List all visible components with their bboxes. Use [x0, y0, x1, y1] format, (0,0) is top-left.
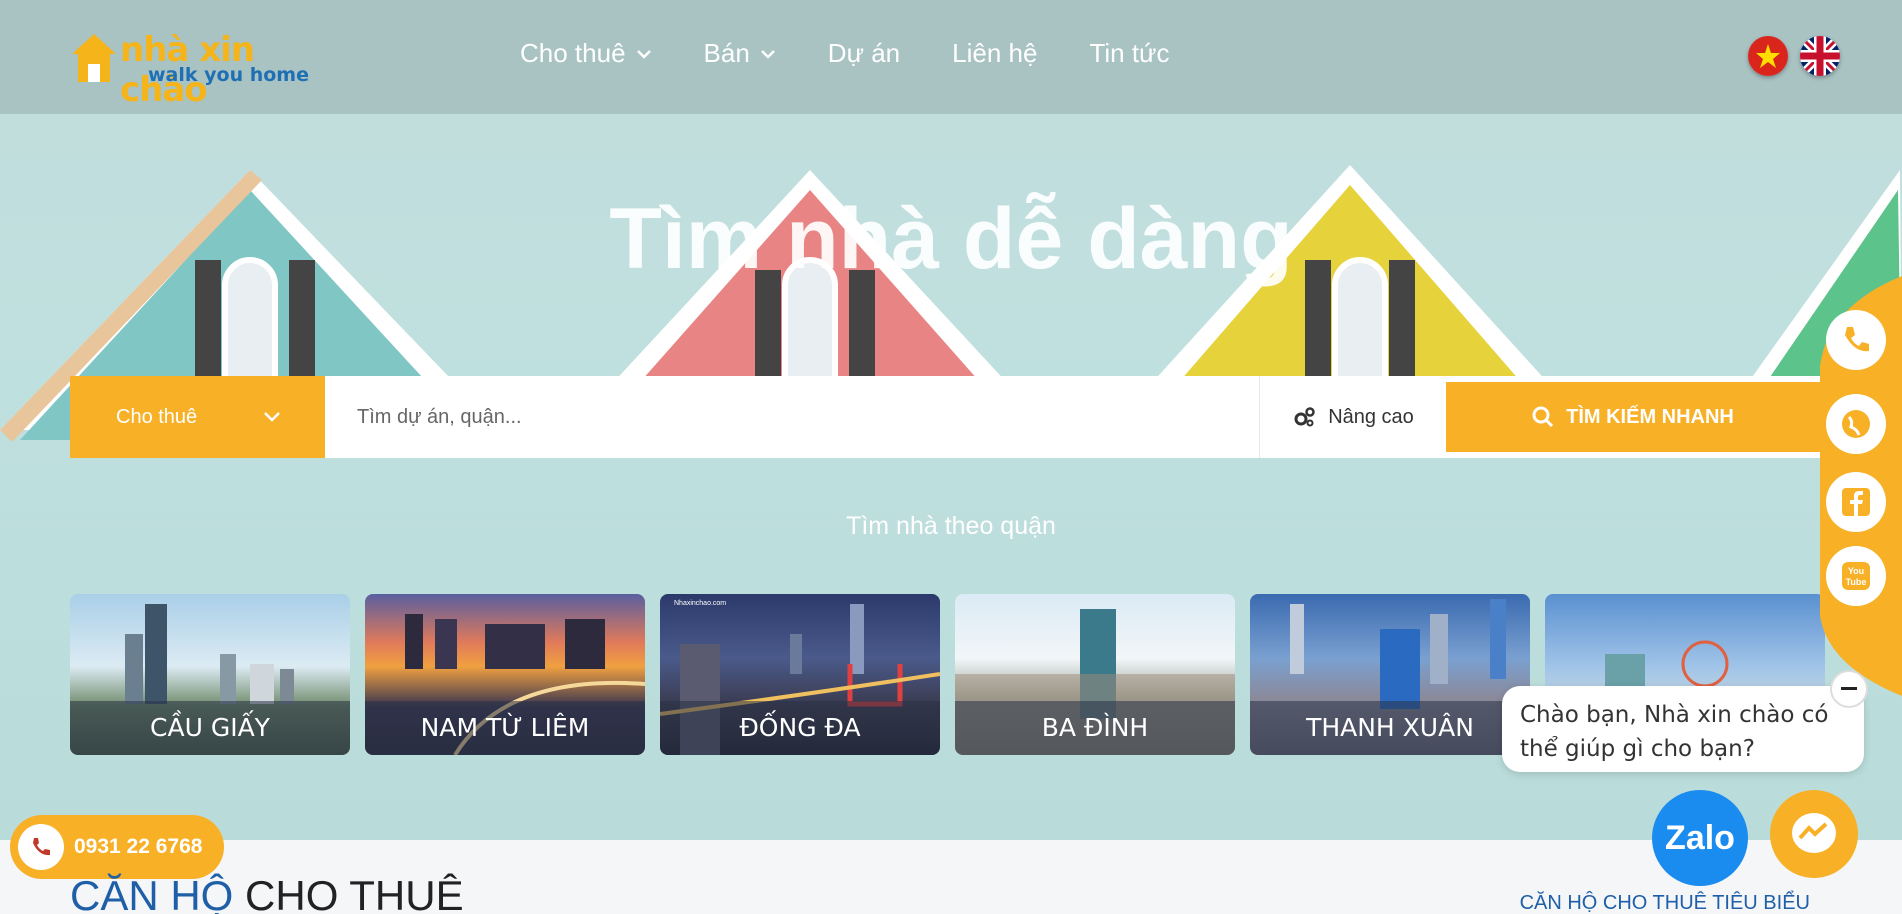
- nav-label: Bán: [703, 38, 750, 68]
- minus-icon: [1841, 687, 1857, 690]
- chevron-down-icon: [636, 49, 651, 59]
- nav-label: Cho thuê: [520, 38, 626, 68]
- vietnam-flag-icon[interactable]: [1748, 36, 1788, 76]
- search-type-label: Cho thuê: [116, 405, 198, 428]
- district-heading: Tìm nhà theo quận: [846, 512, 1056, 540]
- section-title: CĂN HỘ CHO THUÊ: [70, 872, 464, 914]
- nav-item-du-an[interactable]: Dự án: [828, 38, 900, 69]
- svg-text:Tube: Tube: [1846, 577, 1867, 587]
- youtube-button[interactable]: You Tube: [1826, 546, 1886, 606]
- chat-message: Chào bạn, Nhà xin chào có thể giúp gì ch…: [1520, 702, 1829, 762]
- messenger-icon: [1792, 813, 1836, 853]
- district-label: CẦU GIẤY: [70, 701, 350, 755]
- facebook-icon: [1842, 488, 1870, 516]
- section-title-part1: CĂN HỘ: [70, 872, 234, 914]
- district-card-cau-giay[interactable]: CẦU GIẤY: [70, 594, 350, 755]
- gears-icon: [1294, 407, 1315, 427]
- advanced-search-button[interactable]: Nâng cao: [1260, 376, 1446, 458]
- site-header: nhà xin chào walk you home Cho thuê Bán …: [0, 0, 1902, 114]
- house-logo-icon: [72, 34, 116, 82]
- phone-icon: [1845, 327, 1869, 352]
- nav-item-tin-tuc[interactable]: Tin tức: [1089, 38, 1169, 69]
- search-type-dropdown[interactable]: Cho thuê: [70, 376, 325, 458]
- nav-item-cho-thue[interactable]: Cho thuê: [520, 38, 652, 69]
- uk-flag-icon[interactable]: [1800, 36, 1840, 76]
- messenger-button[interactable]: [1770, 790, 1858, 878]
- advanced-search-label: Nâng cao: [1328, 405, 1414, 428]
- social-sidebar: You Tube: [1818, 276, 1902, 696]
- phone-icon-circle: [18, 824, 64, 870]
- facebook-button[interactable]: [1826, 472, 1886, 532]
- site-logo[interactable]: nhà xin chào walk you home: [70, 28, 330, 110]
- district-label: ĐỐNG ĐA: [660, 701, 940, 755]
- district-card-ba-dinh[interactable]: BA ĐÌNH: [955, 594, 1235, 755]
- phone-icon: [33, 838, 50, 856]
- search-bar: Cho thuê Nâng cao TÌM KIẾM NHANH: [70, 376, 1820, 458]
- district-card-dong-da[interactable]: Nhaxinchao.com ĐỐNG ĐA: [660, 594, 940, 755]
- nav-label: Liên hệ: [952, 38, 1038, 68]
- hero-title: Tìm nhà dễ dàng: [609, 191, 1293, 287]
- logo-tagline: walk you home: [148, 64, 309, 86]
- district-label: NAM TỪ LIÊM: [365, 701, 645, 755]
- district-card-nam-tu-liem[interactable]: NAM TỪ LIÊM: [365, 594, 645, 755]
- watermark-text: Nhaxinchao.com: [674, 600, 727, 607]
- globe-icon: [1842, 410, 1870, 438]
- chat-close-button[interactable]: [1830, 670, 1868, 708]
- hotline-number: 0931 22 6768: [74, 835, 203, 858]
- zalo-button[interactable]: Zalo: [1652, 790, 1748, 886]
- chevron-down-icon: [264, 412, 280, 422]
- quick-search-label: TÌM KIẾM NHANH: [1566, 405, 1734, 428]
- nav-label: Dự án: [827, 38, 901, 68]
- district-label: BA ĐÌNH: [955, 701, 1235, 755]
- chat-greeting-bubble[interactable]: Chào bạn, Nhà xin chào có thể giúp gì ch…: [1502, 686, 1864, 772]
- nav-item-ban[interactable]: Bán: [704, 38, 776, 69]
- district-card-thanh-xuan[interactable]: THANH XUÂN: [1250, 594, 1530, 755]
- featured-rentals-link[interactable]: CĂN HỘ CHO THUÊ TIÊU BIỂU: [1520, 892, 1810, 914]
- svg-text:You: You: [1848, 566, 1864, 576]
- district-label: THANH XUÂN: [1250, 701, 1530, 755]
- youtube-icon: YouTube: [1842, 562, 1870, 590]
- language-switcher: [1748, 36, 1840, 76]
- section-title-part2: CHO THUÊ: [245, 872, 464, 914]
- hotline-button[interactable]: 0931 22 6768: [10, 815, 224, 879]
- search-icon: [1532, 406, 1554, 428]
- quick-search-button[interactable]: TÌM KIẾM NHANH: [1446, 382, 1820, 452]
- main-nav: Cho thuê Bán Dự án Liên hệ Tin tức: [520, 38, 1169, 69]
- nav-item-lien-he[interactable]: Liên hệ: [952, 38, 1037, 69]
- nav-label: Tin tức: [1089, 38, 1170, 68]
- website-button[interactable]: [1826, 394, 1886, 454]
- chevron-down-icon: [760, 49, 775, 59]
- zalo-label: Zalo: [1665, 818, 1735, 857]
- search-input[interactable]: [325, 376, 1260, 458]
- call-button[interactable]: [1826, 310, 1886, 370]
